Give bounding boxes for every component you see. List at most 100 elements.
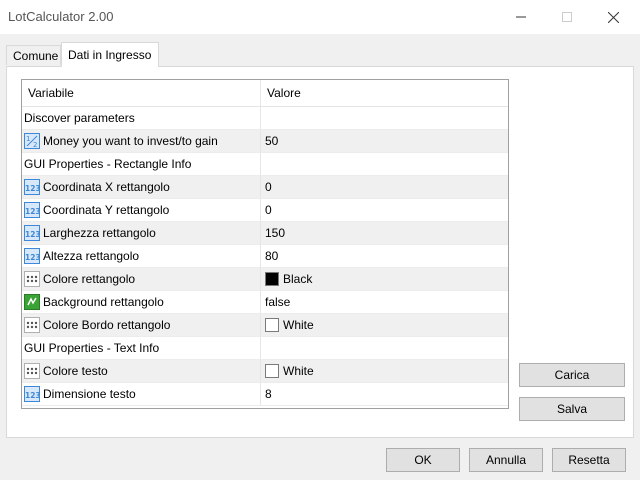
load-button[interactable]: Carica (519, 363, 625, 387)
svg-text:123: 123 (25, 184, 40, 193)
integer-icon: 123 (24, 247, 41, 264)
save-button[interactable]: Salva (519, 397, 625, 421)
svg-text:123: 123 (25, 230, 40, 239)
integer-icon: 123 (24, 385, 41, 402)
tab-strip: Comune Dati in Ingresso (6, 42, 634, 67)
value-text: Black (283, 272, 313, 286)
variable-cell: GUI Properties - Rectangle Info (22, 153, 261, 175)
grid-row[interactable]: 123 Coordinata X rettangolo 0 (22, 176, 508, 199)
value-cell (261, 107, 508, 129)
variable-cell: Background rettangolo (22, 291, 261, 313)
variable-cell: 123 Coordinata Y rettangolo (22, 199, 261, 221)
integer-icon: 123 (24, 224, 41, 241)
inputs-grid: Variabile Valore Discover parameters 1 2 Mo… (21, 79, 509, 409)
value-text: 0 (265, 203, 272, 217)
grid-row[interactable]: 123 Dimensione testo 8 (22, 383, 508, 406)
value-cell[interactable]: 150 (261, 222, 508, 244)
variable-cell: Colore testo (22, 360, 261, 382)
value-cell[interactable]: White (261, 360, 508, 382)
fraction-icon: 12 (24, 132, 40, 149)
reset-button[interactable]: Resetta (552, 448, 626, 472)
tab-panel: Variabile Valore Discover parameters 1 2 Mo… (6, 66, 634, 438)
color-swatch (265, 271, 279, 286)
variable-label: Background rettangolo (43, 295, 164, 309)
tab-comune[interactable]: Comune (6, 45, 61, 65)
color-icon (24, 316, 40, 333)
variable-label: GUI Properties - Rectangle Info (24, 157, 192, 171)
grid-section-row[interactable]: GUI Properties - Rectangle Info (22, 153, 508, 176)
value-text: 150 (265, 226, 286, 240)
value-text: false (265, 295, 291, 309)
svg-text:123: 123 (25, 207, 40, 216)
value-cell[interactable]: 0 (261, 176, 508, 198)
grid-row[interactable]: Colore rettangolo Black (22, 268, 508, 291)
color-swatch (265, 363, 279, 378)
variable-label: Money you want to invest/to gain (43, 134, 218, 148)
integer-icon: 123 (24, 178, 41, 195)
variable-label: Coordinata X rettangolo (43, 180, 170, 194)
value-cell[interactable]: White (261, 314, 508, 336)
value-cell[interactable]: 8 (261, 383, 508, 405)
value-cell[interactable]: 50 (261, 130, 508, 152)
svg-text:2: 2 (33, 141, 37, 149)
variable-cell: Colore Bordo rettangolo (22, 314, 261, 336)
grid-row[interactable]: 123 Coordinata Y rettangolo 0 (22, 199, 508, 222)
variable-cell: 123 Altezza rettangolo (22, 245, 261, 267)
variable-label: Colore Bordo rettangolo (43, 318, 171, 332)
value-text: 50 (265, 134, 279, 148)
value-cell[interactable]: 0 (261, 199, 508, 221)
variable-cell: Colore rettangolo (22, 268, 261, 290)
value-text: 80 (265, 249, 279, 263)
value-cell (261, 337, 508, 359)
window-title: LotCalculator 2.00 (8, 9, 114, 24)
minimize-button[interactable] (498, 0, 544, 34)
variable-label: Discover parameters (24, 111, 135, 125)
variable-label: Colore rettangolo (43, 272, 136, 286)
grid-section-row[interactable]: GUI Properties - Text Info (22, 337, 508, 360)
integer-icon: 123 (24, 201, 41, 218)
svg-text:1: 1 (26, 135, 30, 143)
close-icon (607, 11, 619, 23)
grid-row[interactable]: 1 2 Money you want to invest/to gain 50 (22, 130, 508, 153)
column-header-valore[interactable]: Valore (261, 80, 508, 106)
variable-cell: GUI Properties - Text Info (22, 337, 261, 359)
variable-label: Dimensione testo (43, 387, 136, 401)
variable-label: Coordinata Y rettangolo (43, 203, 170, 217)
grid-row[interactable]: 123 Altezza rettangolo 80 (22, 245, 508, 268)
value-text: White (283, 318, 314, 332)
value-cell (261, 153, 508, 175)
svg-text:123: 123 (25, 253, 40, 262)
boolean-icon (24, 293, 40, 310)
variable-cell: Discover parameters (22, 107, 261, 129)
variable-cell: 123 Larghezza rettangolo (22, 222, 261, 244)
value-cell[interactable]: 80 (261, 245, 508, 267)
variable-cell: 1 2 Money you want to invest/to gain (22, 130, 261, 152)
grid-row[interactable]: Colore Bordo rettangolo White (22, 314, 508, 337)
minimize-icon (516, 16, 526, 18)
value-text: 0 (265, 180, 272, 194)
variable-label: Colore testo (43, 364, 108, 378)
ok-button[interactable]: OK (386, 448, 460, 472)
cancel-button[interactable]: Annulla (469, 448, 543, 472)
grid-row[interactable]: Colore testo White (22, 360, 508, 383)
maximize-icon (562, 12, 572, 22)
value-cell[interactable]: false (261, 291, 508, 313)
color-icon (24, 270, 40, 287)
grid-row[interactable]: 123 Larghezza rettangolo 150 (22, 222, 508, 245)
grid-row[interactable]: Background rettangolo false (22, 291, 508, 314)
value-cell[interactable]: Black (261, 268, 508, 290)
svg-text:123: 123 (25, 391, 40, 400)
maximize-button[interactable] (544, 0, 590, 34)
tab-dati-in-ingresso[interactable]: Dati in Ingresso (61, 42, 159, 67)
grid-header: Variabile Valore (22, 80, 508, 107)
variable-cell: 123 Coordinata X rettangolo (22, 176, 261, 198)
variable-label: Altezza rettangolo (43, 249, 140, 263)
close-button[interactable] (590, 0, 636, 34)
color-icon (24, 362, 40, 379)
title-bar: LotCalculator 2.00 (0, 0, 640, 34)
value-text: 8 (265, 387, 272, 401)
grid-section-row[interactable]: Discover parameters (22, 107, 508, 130)
column-header-variabile[interactable]: Variabile (22, 80, 261, 106)
value-text: White (283, 364, 314, 378)
variable-cell: 123 Dimensione testo (22, 383, 261, 405)
